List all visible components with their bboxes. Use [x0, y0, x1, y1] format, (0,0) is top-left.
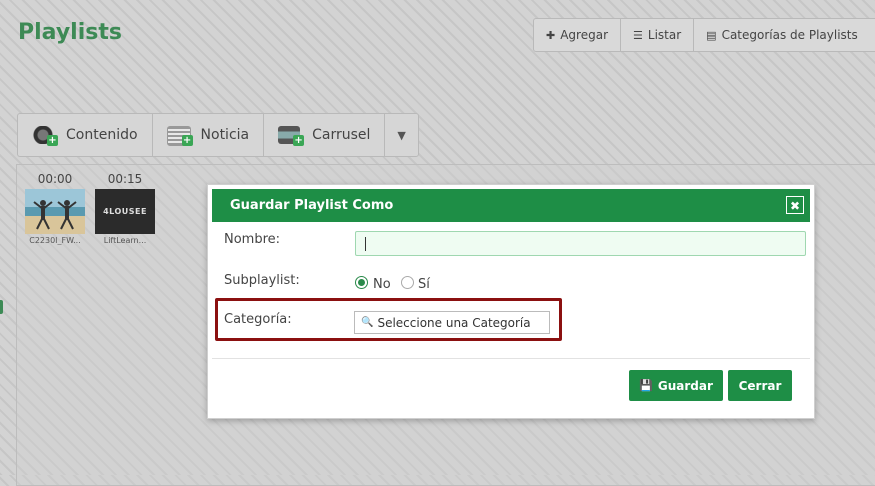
subplaylist-option-no: No — [373, 277, 391, 292]
list-alt-icon: ▤ — [706, 28, 717, 42]
dialog-header: Guardar Playlist Como ✖ — [212, 189, 810, 222]
timeline-item[interactable]: 00:00 C2230I_FW... — [25, 172, 85, 245]
logo-video-thumbnail: 4LOUSEE — [95, 189, 155, 234]
add-news-button[interactable]: + Noticia — [153, 114, 265, 156]
add-button[interactable]: ✚ Agregar — [534, 19, 622, 51]
floppy-disk-icon: 💾 — [639, 379, 653, 392]
close-button-label: Cerrar — [738, 378, 782, 393]
add-news-label: Noticia — [200, 127, 250, 143]
add-content-button[interactable]: + Contenido — [18, 114, 153, 156]
name-field[interactable] — [355, 231, 806, 256]
save-button-label: Guardar — [657, 378, 713, 393]
media-toolbar: + Contenido + Noticia + Carrusel ▼ — [17, 113, 419, 157]
timeline-item-time: 00:15 — [107, 172, 143, 186]
thumbnail-logo-text: 4LOUSEE — [103, 207, 147, 216]
list-icon: ☰ — [633, 28, 643, 42]
subplaylist-option-si: Sí — [418, 277, 430, 292]
timeline-item-name: C2230I_FW... — [29, 236, 81, 245]
caret-down-icon: ▼ — [397, 128, 406, 142]
add-button-label: Agregar — [560, 28, 609, 42]
plus-icon: ✚ — [546, 28, 556, 42]
news-icon: + — [166, 124, 193, 146]
category-select-button[interactable]: 🔍 Seleccione una Categoría — [354, 311, 550, 334]
category-label: Categoría: — [224, 312, 292, 327]
subplaylist-radio-si[interactable] — [401, 276, 414, 289]
text-cursor — [365, 237, 366, 251]
more-media-dropdown[interactable]: ▼ — [385, 114, 417, 156]
list-button-label: Listar — [647, 28, 682, 42]
timeline-item-name: LiftLearn... — [103, 236, 147, 245]
subplaylist-label: Subplaylist: — [224, 273, 300, 288]
timeline-item-time: 00:00 — [37, 172, 73, 186]
carousel-icon: + — [278, 124, 305, 146]
save-playlist-dialog: Guardar Playlist Como ✖ Nombre: Subplayl… — [207, 184, 815, 419]
beach-video-thumbnail — [25, 189, 85, 234]
add-carousel-button[interactable]: + Carrusel — [264, 114, 386, 156]
close-icon[interactable]: ✖ — [786, 196, 804, 214]
name-label: Nombre: — [224, 232, 281, 247]
category-placeholder: Seleccione una Categoría — [377, 315, 531, 330]
timeline-item[interactable]: 00:15 4LOUSEE LiftLearn... — [95, 172, 155, 245]
playlist-categories-button[interactable]: ▤ Categorías de Playlists — [694, 19, 875, 51]
subplaylist-radio-no[interactable] — [355, 276, 368, 289]
page-title: Playlists — [18, 20, 122, 45]
search-icon: 🔍 — [361, 317, 374, 328]
list-button[interactable]: ☰ Listar — [621, 19, 695, 51]
film-reel-icon: + — [32, 124, 58, 146]
save-button[interactable]: 💾 Guardar — [629, 370, 723, 401]
dialog-title: Guardar Playlist Como — [230, 198, 394, 213]
dialog-divider — [212, 358, 810, 359]
add-content-label: Contenido — [66, 127, 138, 143]
top-action-bar: ✚ Agregar ☰ Listar ▤ Categorías de Playl… — [533, 18, 875, 52]
add-carousel-label: Carrusel — [312, 127, 371, 143]
left-edge-tab[interactable] — [0, 300, 3, 314]
playlist-categories-label: Categorías de Playlists — [721, 28, 858, 42]
close-button[interactable]: Cerrar — [728, 370, 792, 401]
